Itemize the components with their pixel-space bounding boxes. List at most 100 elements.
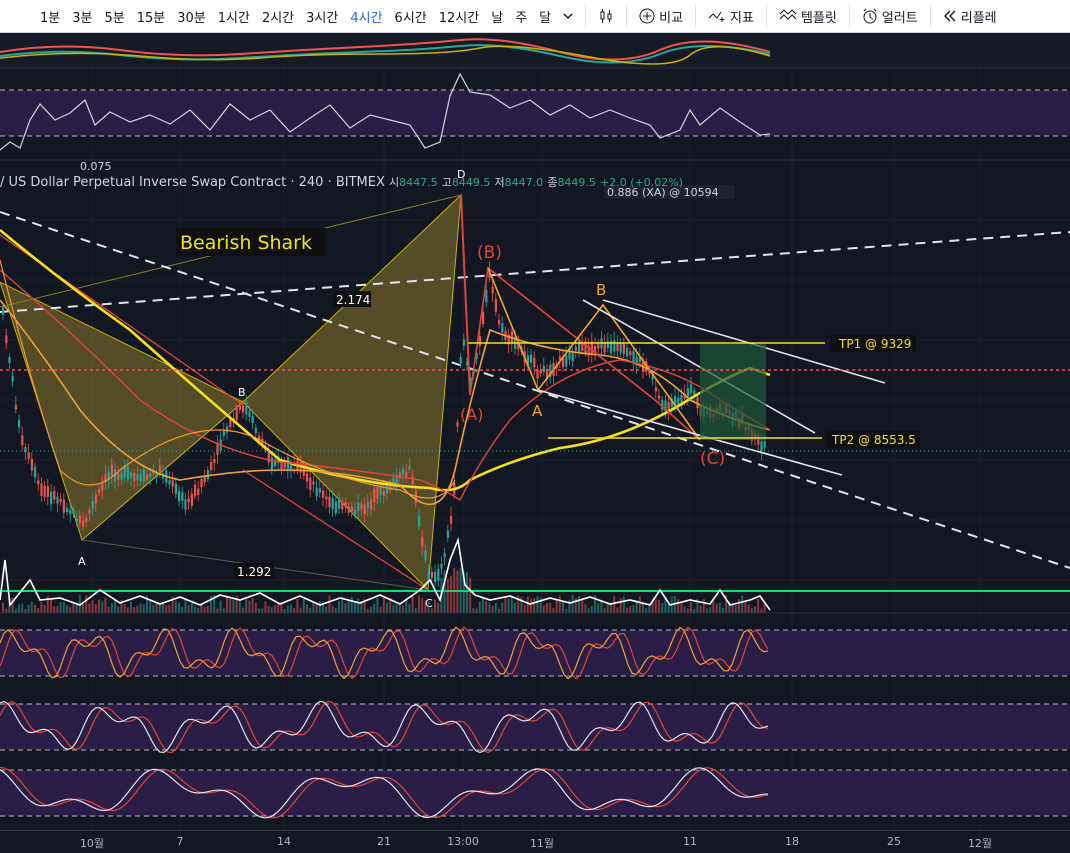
timeframe-option[interactable]: 15분	[131, 7, 172, 26]
volume-bar	[366, 608, 369, 613]
timeframe-option[interactable]: 12시간	[433, 7, 485, 26]
volume-bar	[718, 602, 721, 613]
volume-bar	[107, 606, 110, 613]
timeframe-option[interactable]: 3시간	[300, 7, 344, 26]
candle-body	[690, 384, 693, 393]
time-tick-label: 14	[277, 835, 291, 848]
timeframe-option[interactable]: 4시간	[344, 7, 388, 26]
close-label: 종	[547, 176, 558, 189]
candle-body	[72, 508, 75, 515]
volume-bar	[174, 600, 177, 613]
compare-label: 비교	[659, 10, 684, 26]
candle-body	[328, 496, 331, 508]
low-label: 저	[494, 176, 505, 189]
point-a-label: A	[78, 555, 86, 568]
volume-bar	[178, 602, 180, 613]
candle-body	[149, 473, 152, 477]
candle-body	[424, 550, 427, 561]
timeframe-option[interactable]: 3분	[66, 7, 98, 26]
volume-bar	[734, 605, 737, 613]
volume-bar	[648, 605, 651, 613]
open-value: 8447.5	[399, 176, 438, 189]
candle-body	[498, 319, 501, 325]
candle-body	[18, 419, 21, 428]
volume-bar	[427, 601, 430, 613]
volume-bar	[264, 601, 267, 613]
alert-button[interactable]: 얼러트	[856, 7, 924, 26]
alert-label: 얼러트	[881, 10, 918, 26]
volume-bar	[350, 596, 353, 613]
candle-body	[322, 490, 325, 498]
candle-body	[66, 507, 69, 513]
candle-body	[136, 474, 139, 480]
candle-body	[382, 491, 385, 496]
volume-bar	[216, 608, 219, 613]
volume-bar	[702, 599, 705, 613]
candle-body	[443, 553, 446, 558]
volume-bar	[27, 604, 30, 613]
chart-type-button[interactable]	[592, 8, 620, 24]
volume-bar	[555, 599, 558, 613]
indicators-button[interactable]: 지표	[702, 7, 760, 26]
candle-body	[190, 493, 193, 506]
timeframe-option[interactable]: 1분	[34, 7, 66, 26]
volume-bar	[501, 602, 504, 613]
timeframe-option[interactable]: 2시간	[256, 7, 300, 26]
candle-body	[2, 306, 5, 315]
candle-body	[40, 483, 43, 496]
timeframe-option[interactable]: 1시간	[212, 7, 256, 26]
candle-body	[366, 501, 369, 509]
timeframe-option[interactable]: 5분	[98, 7, 130, 26]
candle-body	[347, 506, 350, 513]
volume-bar	[587, 608, 590, 613]
timeframe-option[interactable]: 날	[485, 7, 509, 26]
candle-body	[178, 491, 181, 502]
volume-bar	[286, 605, 289, 613]
volume-bar	[411, 595, 414, 613]
volume-bar	[373, 603, 376, 613]
volume-bar	[152, 604, 155, 613]
timeframe-option[interactable]: 달	[533, 7, 557, 26]
plus-circle-icon	[639, 8, 655, 24]
templates-button[interactable]: 템플릿	[773, 7, 843, 26]
volume-bar	[677, 599, 680, 613]
high-label: 고	[441, 176, 452, 189]
volume-bar	[194, 606, 196, 613]
price-chart[interactable]: 0.075 Bearish Shark 2.174 1.292 A B D (A…	[0, 33, 1070, 830]
candle-body	[427, 573, 430, 580]
time-axis[interactable]: 10월 7 14 21 13:00 11월 11 18 25 12월	[0, 830, 1070, 853]
volume-bar	[520, 596, 523, 613]
time-tick-label: 11	[683, 835, 697, 848]
volume-bar	[552, 608, 555, 613]
compare-button[interactable]: 비교	[633, 7, 689, 26]
time-tick-label: 12월	[967, 837, 993, 850]
candle-body	[82, 520, 85, 527]
volume-bar	[757, 599, 760, 613]
volume-bar	[610, 603, 612, 613]
candle-body	[238, 405, 241, 410]
timeframe-option[interactable]: 30분	[171, 7, 212, 26]
volume-bar	[24, 608, 27, 613]
candle-body	[315, 487, 318, 497]
volume-bar	[37, 608, 40, 613]
volume-bar	[619, 598, 622, 613]
volume-bar	[638, 596, 641, 613]
volume-bar	[430, 608, 433, 613]
candle-body	[632, 351, 635, 363]
volume-bar	[2, 602, 4, 613]
candle-body	[411, 476, 414, 485]
timeframe-dropdown[interactable]	[557, 11, 579, 21]
timeframe-option[interactable]: 6시간	[389, 7, 433, 26]
volume-bar	[59, 602, 62, 613]
candle-body	[491, 286, 494, 294]
replay-button[interactable]: 리플레	[937, 7, 1003, 26]
candle-body	[8, 357, 11, 363]
volume-bar	[232, 600, 235, 613]
candles-icon	[600, 9, 612, 23]
volume-bar	[590, 606, 593, 613]
timeframe-option[interactable]: 주	[509, 7, 533, 26]
change-value: +2.0 (+0.02%)	[600, 176, 684, 189]
volume-bar	[482, 596, 484, 613]
candle-body	[206, 469, 209, 479]
candle-body	[485, 290, 488, 302]
